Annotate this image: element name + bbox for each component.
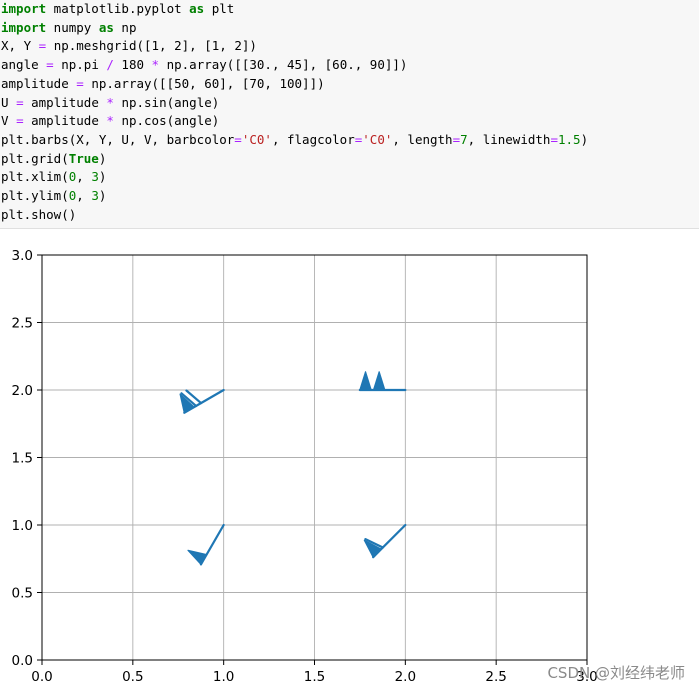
- code-token: *: [151, 57, 160, 73]
- code-token: 3: [91, 169, 99, 185]
- code-line: import matplotlib.pyplot as plt: [1, 0, 234, 19]
- code-token: amplitude: [1, 75, 77, 91]
- y-tick-label: 1.5: [12, 451, 33, 467]
- watermark: CSDN @刘经纬老师: [547, 664, 685, 682]
- code-token: np.cos(angle): [113, 113, 220, 129]
- code-token: plt.barbs(X, Y, U, V, barbcolor: [1, 131, 235, 147]
- code-token: import: [1, 1, 47, 16]
- code-line: U = amplitude * np.sin(angle): [1, 94, 219, 113]
- code-line: plt.barbs(X, Y, U, V, barbcolor='C0', fl…: [1, 131, 588, 150]
- code-token: plt.xlim(: [1, 169, 69, 185]
- code-line: V = amplitude * np.cos(angle): [1, 112, 219, 131]
- code-line: import numpy as np: [1, 19, 136, 38]
- code-token: *: [106, 94, 114, 110]
- code-token: plt.grid(: [1, 150, 69, 166]
- code-line: X, Y = np.meshgrid([1, 2], [1, 2]): [1, 37, 257, 56]
- code-token: , flagcolor: [271, 131, 355, 147]
- code-token: numpy: [46, 19, 99, 35]
- barb: [179, 388, 225, 414]
- code-line: angle = np.pi / 180 * np.array([[30., 45…: [1, 56, 407, 75]
- code-token: np.meshgrid([1, 2], [1, 2]): [46, 38, 257, 54]
- code-token: as: [189, 1, 205, 16]
- x-tick-label: 0.0: [31, 669, 52, 685]
- x-tick-label: 1.0: [213, 669, 234, 685]
- code-line: amplitude = np.array([[50, 60], [70, 100…: [1, 75, 325, 94]
- y-tick-label: 1.0: [12, 518, 33, 534]
- code-line: plt.xlim(0, 3): [1, 168, 106, 187]
- code-token: =: [16, 113, 24, 129]
- code-token: =: [452, 131, 461, 147]
- code-token: ,: [76, 188, 92, 203]
- barb-flag: [187, 549, 208, 566]
- code-token: 7: [460, 131, 468, 147]
- code-token: V: [1, 113, 17, 129]
- code-token: amplitude: [23, 113, 107, 129]
- y-tick-label: 2.5: [12, 316, 33, 332]
- x-tick-label: 1.5: [304, 669, 325, 685]
- code-token: =: [16, 94, 24, 110]
- x-tick-label: 2.0: [395, 669, 416, 685]
- code-line: plt.show(): [1, 206, 76, 225]
- y-tick-label: 3.0: [12, 248, 33, 264]
- code-token: matplotlib.pyplot: [46, 1, 190, 16]
- code-token: plt: [204, 1, 235, 16]
- code-token: =: [550, 131, 558, 147]
- code-token: 180: [113, 57, 152, 73]
- code-token: =: [76, 75, 84, 91]
- code-line: plt.ylim(0, 3): [1, 187, 106, 206]
- code-token: ): [98, 150, 107, 166]
- code-token: /: [106, 57, 114, 73]
- code-token: , linewidth: [467, 131, 551, 147]
- code-token: ): [98, 169, 107, 185]
- barb: [187, 523, 225, 566]
- code-token: ): [98, 188, 107, 203]
- code-token: =: [234, 131, 242, 147]
- code-token: 1.5: [557, 131, 581, 147]
- code-token: import: [1, 19, 47, 35]
- code-token: plt.ylim(: [1, 188, 69, 203]
- code-token: np.array([[50, 60], [70, 100]]): [83, 75, 325, 91]
- code-token: angle: [1, 57, 47, 73]
- y-tick-label: 2.0: [12, 383, 33, 399]
- x-tick-label: 0.5: [122, 669, 143, 685]
- code-line: plt.grid(True): [1, 150, 106, 169]
- barbs-chart: 0.0 0.5 1.0 1.5 2.0 2.5 3.00.00.51.01.52.02.53…: [12, 248, 598, 685]
- plot-output: 0.0 0.5 1.0 1.5 2.0 2.5 3.0 0.0 0.5 1.0 1.5 2.0 2.5 3…: [0, 238, 699, 691]
- code-token: np.pi: [53, 57, 107, 73]
- code-token: 'C0': [241, 131, 272, 147]
- code-token: True: [68, 150, 99, 166]
- code-cell[interactable]: import matplotlib.pyplot as plt import nu…: [0, 0, 699, 229]
- x-tick-label: 2.5: [485, 669, 506, 685]
- code-token: np: [113, 19, 137, 35]
- code-token: X, Y: [1, 38, 39, 54]
- code-token: 3: [91, 188, 99, 203]
- code-token: np.sin(angle): [113, 94, 220, 110]
- code-token: U: [1, 94, 17, 110]
- barb-flag: [359, 371, 372, 391]
- code-token: *: [106, 113, 114, 129]
- code-token: plt.show(): [1, 206, 77, 222]
- code-token: np.array([[30., 45], [60., 90]]): [159, 57, 408, 73]
- code-token: 'C0': [362, 131, 393, 147]
- code-token: as: [98, 19, 114, 35]
- code-token: =: [46, 57, 54, 73]
- code-token: ): [580, 131, 589, 147]
- barb: [358, 371, 407, 392]
- barb: [363, 523, 407, 559]
- y-tick-label: 0.0: [12, 653, 33, 669]
- barb-flag: [372, 371, 386, 391]
- code-token: ,: [76, 169, 92, 185]
- code-token: , length: [392, 131, 453, 147]
- code-token: amplitude: [23, 94, 107, 110]
- y-tick-label: 0.5: [12, 586, 33, 602]
